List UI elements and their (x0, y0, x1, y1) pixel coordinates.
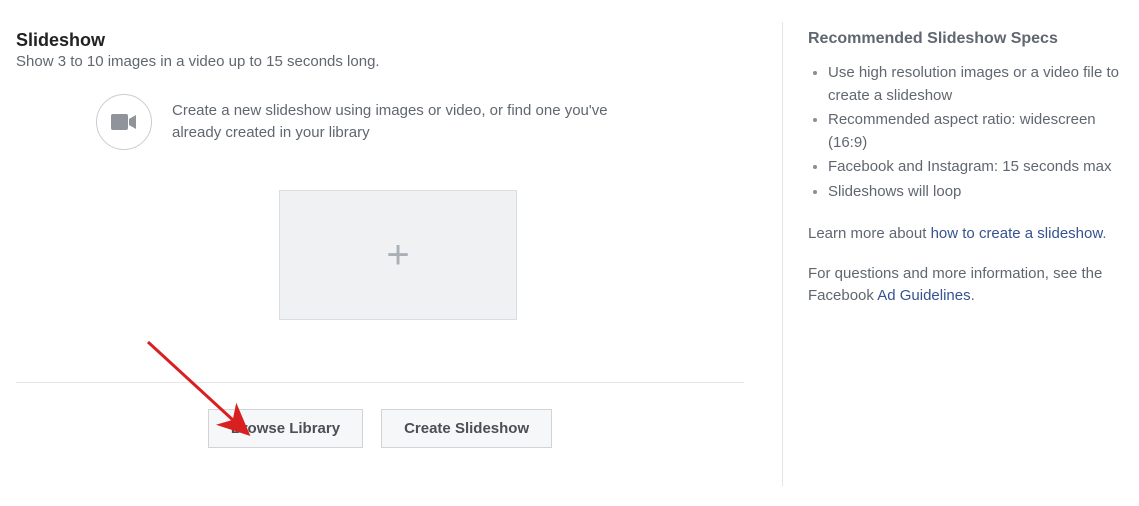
create-slideshow-button[interactable]: Create Slideshow (381, 409, 552, 448)
specs-item: Slideshows will loop (828, 181, 1129, 204)
specs-panel: Recommended Slideshow Specs Use high res… (780, 0, 1139, 506)
add-media-placeholder[interactable]: + (279, 190, 517, 320)
specs-title: Recommended Slideshow Specs (808, 30, 1129, 48)
learn-prefix: Learn more about (808, 225, 931, 242)
page-title: Slideshow (16, 30, 780, 51)
learn-more-block: Learn more about how to create a slidesh… (808, 223, 1129, 245)
specs-item: Recommended aspect ratio: widescreen (16… (828, 109, 1129, 154)
questions-block: For questions and more information, see … (808, 263, 1129, 307)
button-row: Browse Library Create Slideshow (16, 383, 744, 448)
video-camera-icon (96, 94, 152, 150)
ad-guidelines-link[interactable]: Ad Guidelines (877, 287, 970, 304)
page-subtitle: Show 3 to 10 images in a video up to 15 … (16, 53, 780, 70)
specs-item: Use high resolution images or a video fi… (828, 62, 1129, 107)
learn-more-link[interactable]: how to create a slideshow (931, 225, 1103, 242)
main-panel: Slideshow Show 3 to 10 images in a video… (0, 0, 780, 506)
tip-row: Create a new slideshow using images or v… (96, 94, 780, 150)
questions-suffix: . (971, 287, 975, 304)
specs-item: Facebook and Instagram: 15 seconds max (828, 156, 1129, 179)
tip-text: Create a new slideshow using images or v… (172, 100, 632, 144)
browse-library-button[interactable]: Browse Library (208, 409, 363, 448)
learn-suffix: . (1102, 225, 1106, 242)
plus-icon: + (386, 235, 409, 275)
divider-vertical (782, 22, 783, 486)
specs-list: Use high resolution images or a video fi… (808, 62, 1129, 203)
